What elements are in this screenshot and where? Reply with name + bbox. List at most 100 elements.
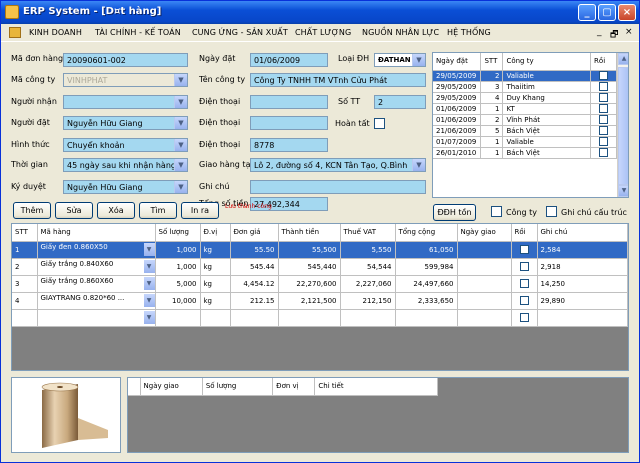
chevron-down-icon[interactable]: ▼ [412, 54, 425, 66]
ghi-chu-field[interactable] [250, 180, 426, 194]
order-done-checkbox[interactable] [599, 104, 609, 113]
hoan-tat-checkbox[interactable] [374, 118, 385, 129]
item-ghi-chu[interactable]: 14,250 [537, 275, 628, 293]
chevron-down-icon[interactable]: ▼ [174, 159, 187, 171]
col-thue-vat[interactable]: Thuế VAT [340, 224, 396, 242]
menu-kinh-doanh[interactable]: KINH DOANH [29, 28, 82, 37]
orders-list-grid[interactable]: Ngày đặt STT Công ty Rồi 29/05/2009 2 Vali… [432, 52, 629, 198]
item-row[interactable]: 1 Giấy đen 0.860X50 ▼ 1,000 kg 55.50 55,500 5,5… [12, 241, 628, 259]
item-ghi-chu[interactable]: 2,918 [537, 258, 628, 276]
item-ghi-chu[interactable]: 29,890 [537, 292, 628, 310]
chevron-down-icon[interactable]: ▼ [143, 277, 154, 290]
ten-cong-ty-field[interactable]: Công Ty TNHH TM VTnh Cửu Phát [250, 73, 426, 87]
menu-cung-ung[interactable]: CUNG ỨNG - SẢN XUẤT [192, 28, 288, 37]
col-so-luong[interactable]: Số lượng [155, 224, 201, 242]
title-bar[interactable]: ERP System - [D¤t hàng] _ ▢ × [1, 1, 639, 24]
item-done-checkbox[interactable] [519, 245, 529, 254]
col-don-gia[interactable]: Đơn giá [230, 224, 279, 242]
dien-thoai-3-field[interactable]: 8778 [250, 138, 328, 152]
item-done-checkbox[interactable] [519, 296, 529, 305]
close-icon[interactable]: × [618, 4, 636, 21]
col-item-stt[interactable]: STT [12, 224, 38, 242]
col-thanh-tien[interactable]: Thành tiền [278, 224, 341, 242]
items-grid[interactable]: STT Mã hàng Số lượng Đ.vị Đơn giá Thành … [11, 223, 629, 371]
item-done-checkbox[interactable] [519, 262, 529, 271]
item-don-gia[interactable]: 4,454.12 [230, 275, 279, 293]
order-row[interactable]: 01/07/2009 1 Valiable [433, 136, 617, 148]
col-delivery-don-vi[interactable]: Đơn vị [272, 378, 316, 396]
delivery-grid[interactable]: Ngày giao Số lượng Đơn vị Chi tiết [127, 377, 629, 453]
order-done-checkbox[interactable] [599, 137, 609, 146]
item-don-vi[interactable]: kg [200, 275, 231, 293]
order-row[interactable]: 26/01/2010 1 Bách Việt [433, 147, 617, 159]
mdi-restore-icon[interactable]: 🗗 [610, 27, 618, 43]
in-ra-button[interactable]: In ra [181, 202, 219, 219]
item-row[interactable]: 2 Giấy trắng 0.840X60 ▼ 1,000 kg 545.44 545,44… [12, 258, 628, 276]
menu-tai-chinh[interactable]: TÀI CHÍNH - KẾ TOÁN [95, 28, 181, 37]
item-so-luong[interactable]: 1,000 [155, 258, 201, 276]
scroll-down-icon[interactable]: ▼ [618, 185, 628, 197]
nguoi-nhan-select[interactable]: ▼ [63, 95, 188, 109]
item-don-gia[interactable]: 212.15 [230, 292, 279, 310]
cong-ty-checkbox[interactable] [491, 206, 502, 217]
order-done-checkbox[interactable] [599, 148, 609, 157]
ma-cong-ty-select[interactable]: VINHPHAT ▼ [63, 73, 188, 87]
ma-don-hang-field[interactable]: 20090601-002 [63, 53, 188, 67]
nguoi-dat-select[interactable]: Nguyễn Hữu Giang ▼ [63, 116, 188, 130]
item-row[interactable]: 4 GIAYTRANG 0.820*60 ... ▼ 10,000 kg 212.15 2,… [12, 292, 628, 310]
chevron-down-icon[interactable]: ▼ [174, 117, 187, 129]
item-row[interactable]: 3 Giấy trắng 0.860X60 ▼ 5,000 kg 4,454.12 22,2… [12, 275, 628, 293]
menu-he-thong[interactable]: HỆ THỐNG [447, 28, 491, 37]
item-ngay-giao[interactable] [457, 275, 512, 293]
item-don-gia[interactable]: 55.50 [230, 241, 279, 259]
item-done-checkbox[interactable] [519, 313, 529, 322]
maximize-icon[interactable]: ▢ [598, 4, 616, 21]
ddh-ton-button[interactable]: ĐĐH tồn [433, 204, 476, 221]
item-don-vi[interactable]: kg [200, 292, 231, 310]
mdi-close-icon[interactable]: × [625, 27, 633, 37]
item-ngay-giao[interactable] [457, 258, 512, 276]
dien-thoai-2-field[interactable] [250, 116, 328, 130]
thoi-gian-select[interactable]: 45 ngày sau khi nhận hàng ▼ [63, 158, 188, 172]
item-done-checkbox[interactable] [519, 279, 529, 288]
scroll-up-icon[interactable]: ▲ [618, 53, 628, 65]
chevron-down-icon[interactable]: ▼ [143, 243, 154, 256]
giao-hang-tai-select[interactable]: Lô 2, đường số 4, KCN Tân Tạo, Q.Bình ▼ [250, 158, 426, 172]
col-item-roi[interactable]: Rồi [511, 224, 538, 242]
them-button[interactable]: Thêm [13, 202, 51, 219]
chevron-down-icon[interactable]: ▼ [143, 311, 154, 324]
mdi-minimize-icon[interactable]: _ [597, 27, 602, 37]
order-done-checkbox[interactable] [599, 82, 609, 91]
tim-button[interactable]: Tìm [139, 202, 177, 219]
col-delivery-ngay-giao[interactable]: Ngày giao [140, 378, 203, 396]
dien-thoai-1-field[interactable] [250, 95, 328, 109]
order-done-checkbox[interactable] [599, 115, 609, 124]
orders-scrollbar[interactable]: ▲ ▼ [617, 53, 628, 197]
order-row[interactable]: 29/05/2009 4 Duy Khang [433, 92, 617, 104]
loai-dh-select[interactable]: ĐATHAN ▼ [374, 53, 426, 67]
order-row[interactable]: 01/06/2009 1 KT [433, 103, 617, 115]
col-stt[interactable]: STT [480, 53, 504, 71]
order-row[interactable]: 29/05/2009 2 Valiable [433, 70, 617, 82]
col-ghi-chu[interactable]: Ghi chú [537, 224, 628, 242]
col-tong-cong[interactable]: Tổng cộng [395, 224, 458, 242]
item-don-vi[interactable]: kg [200, 241, 231, 259]
order-done-checkbox[interactable] [599, 93, 609, 102]
item-so-luong[interactable]: 5,000 [155, 275, 201, 293]
menu-chat-luong[interactable]: CHẤT LƯỢNG [295, 28, 351, 37]
chevron-down-icon[interactable]: ▼ [143, 294, 154, 307]
col-ngay-giao[interactable]: Ngày giao [457, 224, 512, 242]
ky-duyet-select[interactable]: Nguyễn Hữu Giang ▼ [63, 180, 188, 194]
order-row[interactable]: 29/05/2009 3 Thaiitim [433, 81, 617, 93]
item-so-luong[interactable]: 10,000 [155, 292, 201, 310]
xoa-button[interactable]: Xóa [97, 202, 135, 219]
chevron-down-icon[interactable]: ▼ [143, 260, 154, 273]
chevron-down-icon[interactable]: ▼ [412, 159, 425, 171]
item-don-gia[interactable]: 545.44 [230, 258, 279, 276]
menu-nhan-luc[interactable]: NGUỒN NHÂN LỰC [362, 28, 439, 37]
chevron-down-icon[interactable]: ▼ [174, 74, 187, 86]
order-row[interactable]: 21/06/2009 5 Bách Việt [433, 125, 617, 137]
col-ngay-dat[interactable]: Ngày đặt [433, 53, 482, 71]
col-delivery-so-luong[interactable]: Số lượng [202, 378, 274, 396]
col-roi[interactable]: Rồi [590, 53, 617, 71]
